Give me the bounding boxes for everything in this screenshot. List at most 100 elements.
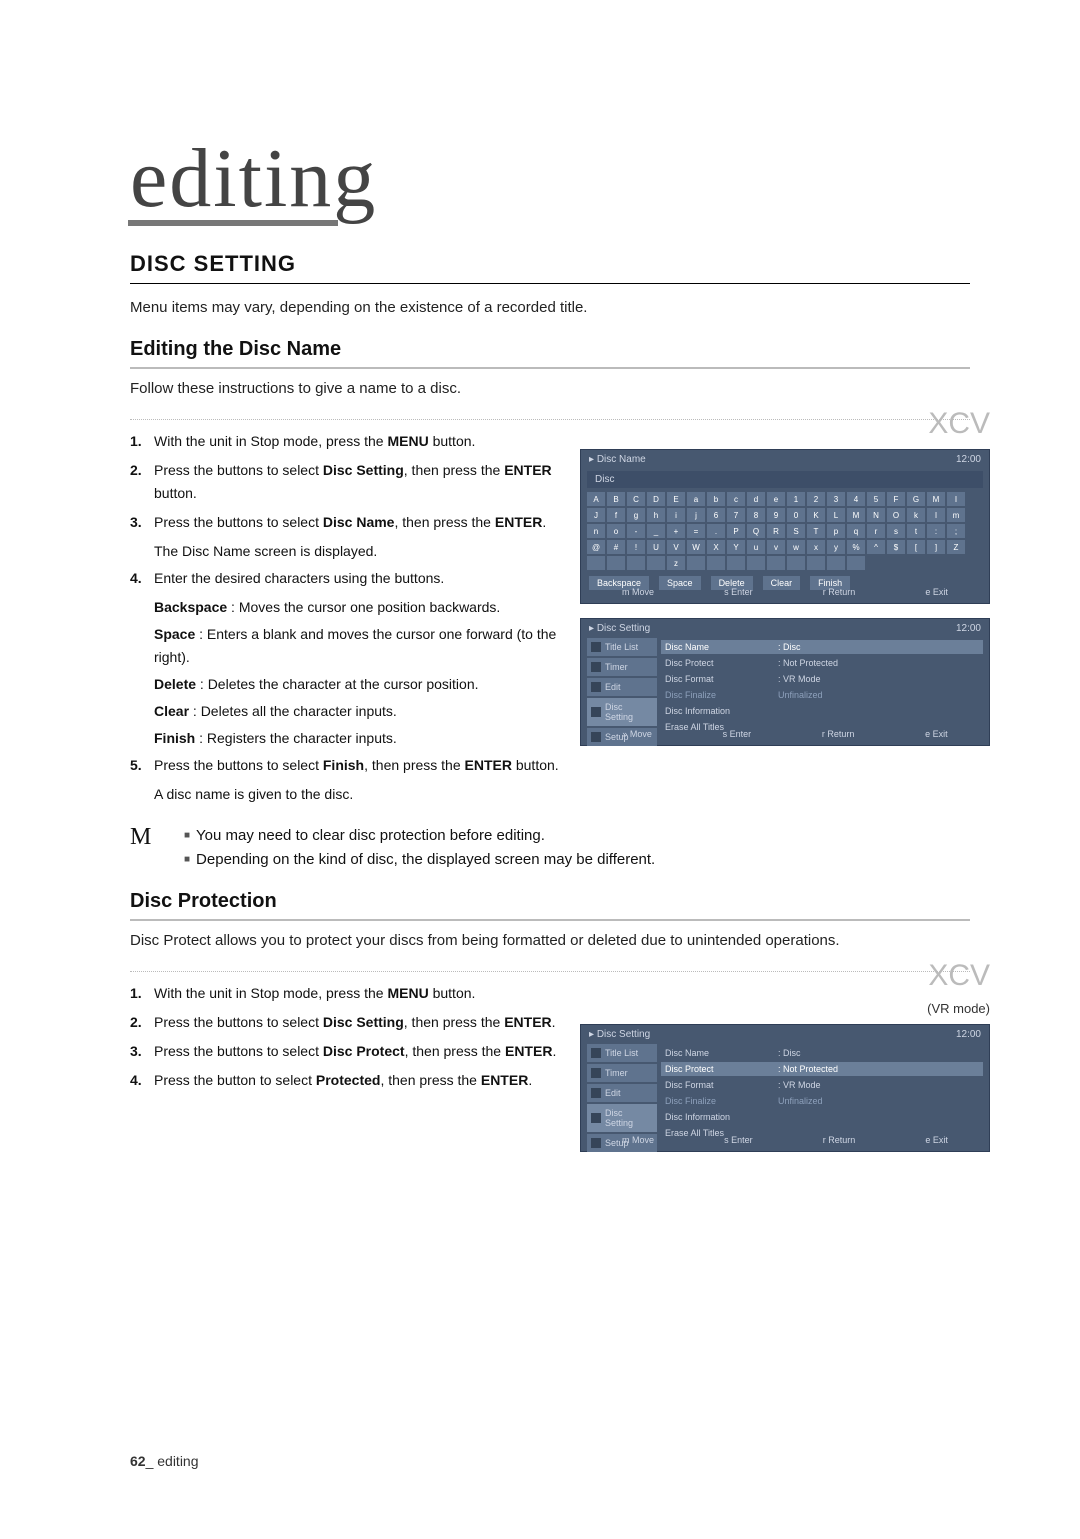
keyboard-key[interactable] xyxy=(847,556,865,570)
keyboard-key[interactable]: 6 xyxy=(707,508,725,522)
keyboard-key[interactable]: A xyxy=(587,492,605,506)
keyboard-key[interactable]: n xyxy=(587,524,605,538)
menu-row[interactable]: Disc FinalizeUnfinalized xyxy=(661,688,983,702)
menu-row[interactable]: Disc Information xyxy=(661,704,983,718)
keyboard-key[interactable]: j xyxy=(687,508,705,522)
menu-row[interactable]: Disc Protect: Not Protected xyxy=(661,1062,983,1076)
keyboard-key[interactable]: m xyxy=(947,508,965,522)
sidebar-item[interactable]: Timer xyxy=(587,1064,657,1082)
keyboard-key[interactable]: o xyxy=(607,524,625,538)
menu-row[interactable]: Disc Information xyxy=(661,1110,983,1124)
sidebar-item[interactable]: Disc Setting xyxy=(587,1104,657,1132)
sidebar-item[interactable]: Edit xyxy=(587,678,657,696)
keyboard-key[interactable]: z xyxy=(667,556,685,570)
keyboard-key[interactable] xyxy=(727,556,745,570)
keyboard-key[interactable]: M xyxy=(847,508,865,522)
keyboard-key[interactable]: 1 xyxy=(787,492,805,506)
keyboard-key[interactable]: c xyxy=(727,492,745,506)
keyboard-key[interactable]: X xyxy=(707,540,725,554)
keyboard-key[interactable] xyxy=(607,556,625,570)
keyboard-key[interactable]: L xyxy=(827,508,845,522)
keyboard-key[interactable]: ; xyxy=(947,524,965,538)
sidebar-item[interactable]: Edit xyxy=(587,1084,657,1102)
keyboard-key[interactable]: e xyxy=(767,492,785,506)
keyboard-key[interactable]: a xyxy=(687,492,705,506)
keyboard-key[interactable]: r xyxy=(867,524,885,538)
keyboard-key[interactable]: s xyxy=(887,524,905,538)
keyboard-key[interactable]: y xyxy=(827,540,845,554)
keyboard-key[interactable] xyxy=(827,556,845,570)
keyboard-key[interactable]: = xyxy=(687,524,705,538)
keyboard-key[interactable]: K xyxy=(807,508,825,522)
keyboard-key[interactable]: q xyxy=(847,524,865,538)
keyboard-key[interactable]: 4 xyxy=(847,492,865,506)
keyboard-key[interactable]: _ xyxy=(647,524,665,538)
menu-row[interactable]: Disc Name: Disc xyxy=(661,1046,983,1060)
keyboard-key[interactable]: I xyxy=(947,492,965,506)
sidebar-item[interactable]: Timer xyxy=(587,658,657,676)
keyboard-key[interactable]: 3 xyxy=(827,492,845,506)
keyboard-key[interactable]: Z xyxy=(947,540,965,554)
keyboard-key[interactable]: 9 xyxy=(767,508,785,522)
keyboard-key[interactable]: 7 xyxy=(727,508,745,522)
keyboard-key[interactable] xyxy=(807,556,825,570)
menu-row[interactable]: Disc Format: VR Mode xyxy=(661,1078,983,1092)
keyboard-key[interactable]: ^ xyxy=(867,540,885,554)
keyboard-key[interactable] xyxy=(747,556,765,570)
keyboard-key[interactable]: u xyxy=(747,540,765,554)
keyboard-key[interactable] xyxy=(707,556,725,570)
keyboard-key[interactable]: d xyxy=(747,492,765,506)
keyboard-key[interactable]: 2 xyxy=(807,492,825,506)
keyboard-key[interactable]: . xyxy=(707,524,725,538)
keyboard-key[interactable]: ] xyxy=(927,540,945,554)
keyboard-key[interactable]: P xyxy=(727,524,745,538)
keyboard-key[interactable] xyxy=(787,556,805,570)
menu-row[interactable]: Disc Format: VR Mode xyxy=(661,672,983,686)
keyboard-key[interactable]: M xyxy=(927,492,945,506)
sidebar-item[interactable]: Title List xyxy=(587,1044,657,1062)
keyboard-key[interactable]: p xyxy=(827,524,845,538)
keyboard-key[interactable] xyxy=(647,556,665,570)
keyboard-key[interactable]: b xyxy=(707,492,725,506)
keyboard-key[interactable]: C xyxy=(627,492,645,506)
keyboard-key[interactable]: U xyxy=(647,540,665,554)
sidebar-item[interactable]: Disc Setting xyxy=(587,698,657,726)
keyboard-key[interactable]: O xyxy=(887,508,905,522)
keyboard-key[interactable]: x xyxy=(807,540,825,554)
keyboard-key[interactable]: k xyxy=(907,508,925,522)
keyboard-key[interactable]: + xyxy=(667,524,685,538)
keyboard-key[interactable]: W xyxy=(687,540,705,554)
menu-row[interactable]: Disc FinalizeUnfinalized xyxy=(661,1094,983,1108)
keyboard-key[interactable]: : xyxy=(927,524,945,538)
keyboard-key[interactable] xyxy=(687,556,705,570)
keyboard-key[interactable] xyxy=(767,556,785,570)
keyboard-key[interactable] xyxy=(627,556,645,570)
keyboard-key[interactable]: R xyxy=(767,524,785,538)
keyboard-key[interactable]: Y xyxy=(727,540,745,554)
keyboard-key[interactable]: J xyxy=(587,508,605,522)
keyboard-key[interactable]: g xyxy=(627,508,645,522)
keyboard-key[interactable]: 8 xyxy=(747,508,765,522)
keyboard-key[interactable]: @ xyxy=(587,540,605,554)
keyboard-key[interactable]: B xyxy=(607,492,625,506)
keyboard-key[interactable]: w xyxy=(787,540,805,554)
keyboard-key[interactable]: V xyxy=(667,540,685,554)
keyboard-key[interactable] xyxy=(587,556,605,570)
keyboard-key[interactable]: F xyxy=(887,492,905,506)
keyboard-key[interactable]: ! xyxy=(627,540,645,554)
keyboard-key[interactable]: E xyxy=(667,492,685,506)
keyboard-key[interactable]: 5 xyxy=(867,492,885,506)
keyboard-key[interactable]: t xyxy=(907,524,925,538)
keyboard-key[interactable]: D xyxy=(647,492,665,506)
keyboard-key[interactable]: # xyxy=(607,540,625,554)
keyboard-key[interactable]: h xyxy=(647,508,665,522)
menu-row[interactable]: Disc Name: Disc xyxy=(661,640,983,654)
keyboard-key[interactable]: $ xyxy=(887,540,905,554)
keyboard-key[interactable]: v xyxy=(767,540,785,554)
sidebar-item[interactable]: Title List xyxy=(587,638,657,656)
keyboard-key[interactable]: [ xyxy=(907,540,925,554)
keyboard-key[interactable]: N xyxy=(867,508,885,522)
keyboard-key[interactable]: l xyxy=(927,508,945,522)
keyboard-key[interactable]: i xyxy=(667,508,685,522)
keyboard-key[interactable]: Q xyxy=(747,524,765,538)
